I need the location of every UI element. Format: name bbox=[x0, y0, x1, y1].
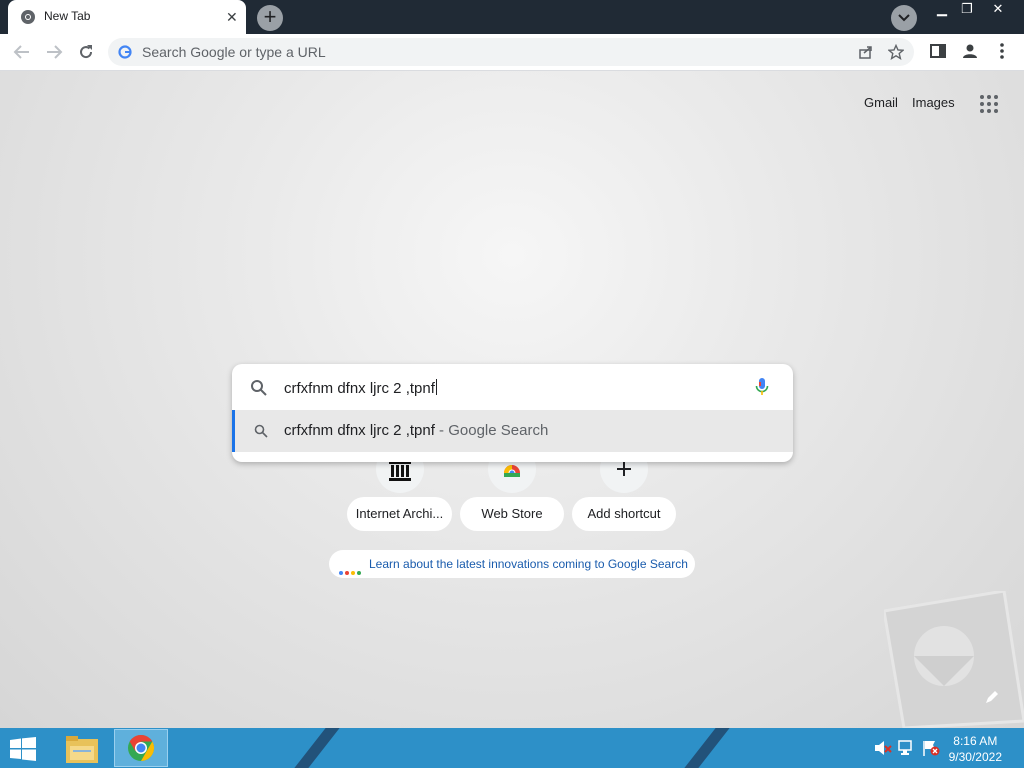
omnibox-placeholder: Search Google or type a URL bbox=[142, 44, 326, 60]
search-input-row[interactable]: crfxfnm dfnx ljrc 2 ,tpnf bbox=[232, 364, 793, 410]
microphone-icon[interactable] bbox=[755, 377, 769, 397]
taskbar-decoration bbox=[684, 728, 730, 768]
shortcut-label: Internet Archi... bbox=[347, 497, 452, 531]
tab-new-tab[interactable]: New Tab ✕ bbox=[8, 0, 246, 34]
windows-start-icon[interactable] bbox=[8, 737, 38, 761]
omnibox[interactable]: Search Google or type a URL bbox=[108, 38, 914, 66]
google-dots-icon bbox=[339, 562, 363, 580]
pencil-edit-icon[interactable] bbox=[984, 689, 1000, 705]
clock-time: 8:16 AM bbox=[953, 734, 998, 748]
system-clock[interactable]: 8:16 AM 9/30/2022 bbox=[949, 733, 1002, 765]
tab-search-button[interactable] bbox=[891, 5, 917, 31]
search-icon bbox=[251, 380, 267, 396]
chrome-icon bbox=[128, 734, 155, 762]
side-panel-icon[interactable] bbox=[929, 42, 947, 60]
chrome-web-store-icon bbox=[504, 465, 520, 477]
menu-kebab-icon[interactable] bbox=[994, 42, 1010, 60]
reload-icon[interactable] bbox=[76, 42, 96, 62]
gmail-link[interactable]: Gmail bbox=[864, 95, 898, 110]
suggestion-query: crfxfnm dfnx ljrc 2 ,tpnf bbox=[284, 422, 435, 439]
google-g-icon bbox=[118, 45, 132, 59]
plus-icon bbox=[617, 462, 631, 476]
promo-dot bbox=[351, 571, 355, 575]
search-suggestion-row[interactable]: crfxfnm dfnx ljrc 2 ,tpnf - Google Searc… bbox=[232, 410, 793, 452]
promo-dot bbox=[345, 571, 349, 575]
clock-date: 9/30/2022 bbox=[948, 750, 1002, 764]
file-explorer-taskbar-button[interactable] bbox=[56, 729, 110, 767]
back-arrow-icon[interactable] bbox=[12, 42, 32, 62]
text-caret bbox=[435, 379, 437, 395]
suggestion-text: crfxfnm dfnx ljrc 2 ,tpnf - Google Searc… bbox=[284, 422, 548, 439]
windows-taskbar: 8:16 AM 9/30/2022 bbox=[0, 728, 1024, 768]
promo-banner[interactable]: Learn about the latest innovations comin… bbox=[329, 550, 695, 578]
network-icon[interactable] bbox=[898, 740, 916, 756]
tab-title: New Tab bbox=[44, 9, 91, 23]
chrome-icon bbox=[21, 10, 35, 24]
volume-muted-icon[interactable] bbox=[874, 740, 892, 756]
promo-dot bbox=[357, 571, 361, 575]
window-restore-button[interactable]: ❐ bbox=[952, 0, 982, 20]
shortcut-label: Add shortcut bbox=[572, 497, 676, 531]
chevron-down-icon bbox=[898, 14, 910, 22]
action-center-flag-icon[interactable] bbox=[922, 740, 940, 756]
promo-dot bbox=[339, 571, 343, 575]
suggestion-suffix: - Google Search bbox=[434, 422, 549, 439]
search-icon bbox=[254, 424, 268, 438]
images-link[interactable]: Images bbox=[912, 95, 955, 110]
customize-background-icon bbox=[884, 591, 1024, 728]
search-input[interactable]: crfxfnm dfnx ljrc 2 ,tpnf bbox=[284, 379, 437, 397]
window-close-button[interactable]: ✕ bbox=[980, 0, 1016, 20]
ntp-search-dropdown: crfxfnm dfnx ljrc 2 ,tpnf crfxfnm dfnx l… bbox=[232, 364, 793, 462]
share-icon[interactable] bbox=[858, 44, 874, 60]
chrome-taskbar-button[interactable] bbox=[114, 729, 168, 767]
promo-link[interactable]: Learn about the latest innovations comin… bbox=[369, 557, 688, 571]
new-tab-button[interactable]: + bbox=[257, 5, 283, 31]
search-query-text: crfxfnm dfnx ljrc 2 ,tpnf bbox=[284, 380, 435, 397]
forward-arrow-icon[interactable] bbox=[44, 42, 64, 62]
bookmark-star-icon[interactable] bbox=[888, 44, 904, 60]
browser-toolbar: Search Google or type a URL bbox=[0, 34, 1024, 71]
taskbar-decoration bbox=[294, 728, 340, 768]
internet-archive-icon bbox=[389, 461, 411, 481]
shortcut-label: Web Store bbox=[460, 497, 564, 531]
google-apps-icon[interactable] bbox=[980, 95, 1000, 115]
browser-titlebar: New Tab ✕ + ▁ ❐ ✕ bbox=[0, 0, 1024, 34]
tab-close-icon[interactable]: ✕ bbox=[226, 9, 238, 25]
folder-icon bbox=[66, 736, 98, 763]
profile-icon[interactable] bbox=[961, 42, 979, 60]
